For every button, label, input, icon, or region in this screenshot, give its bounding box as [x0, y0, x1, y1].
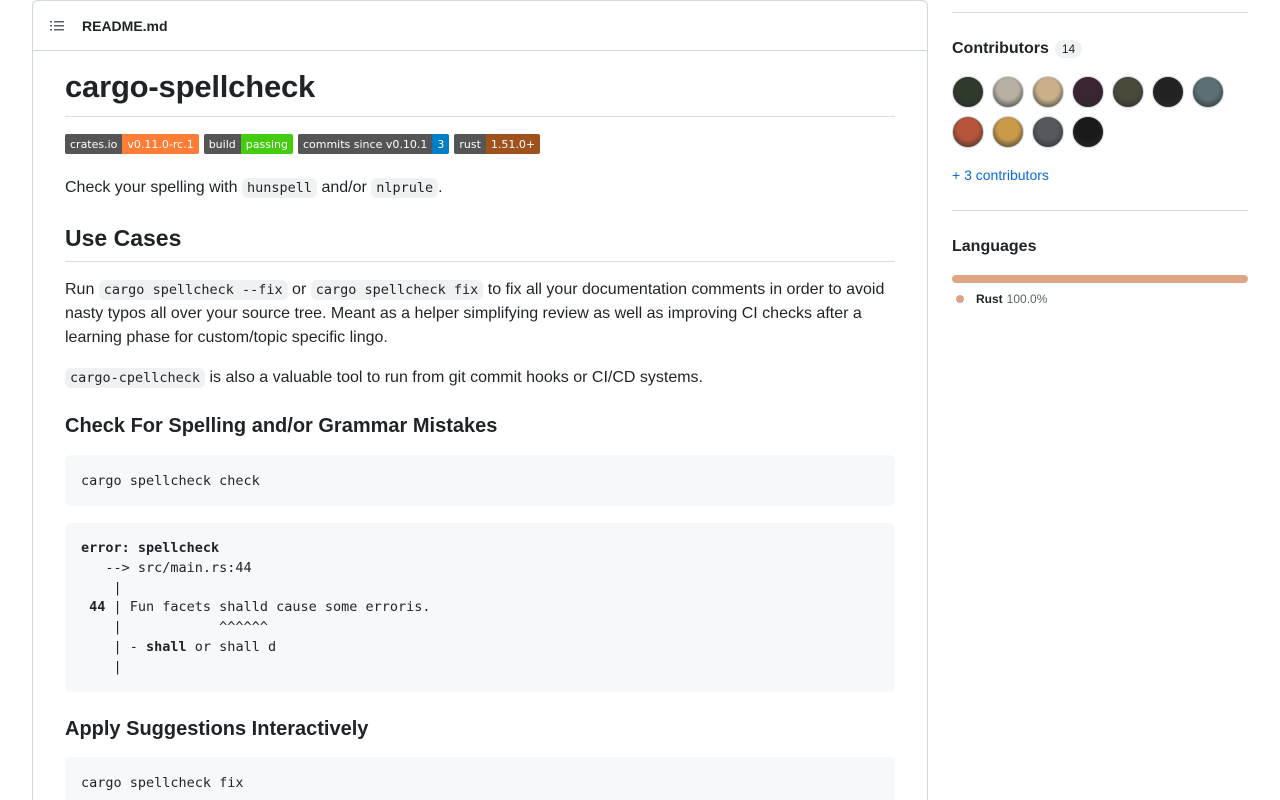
- table-of-contents-icon[interactable]: [49, 18, 65, 34]
- check-heading: Check For Spelling and/or Grammar Mistak…: [65, 415, 498, 437]
- badge-value: v0.11.0-rc.1: [122, 134, 199, 154]
- language-bar: [952, 275, 1248, 283]
- intro-text: .: [438, 179, 443, 196]
- sidebar-divider: [952, 210, 1248, 211]
- contributor-avatar[interactable]: [952, 116, 984, 148]
- commits-since-badge[interactable]: commits since v0.10.1 3: [297, 134, 450, 154]
- readme-title: cargo-spellcheck: [65, 69, 316, 104]
- error-label: error: spellcheck: [81, 540, 220, 556]
- readme-card: README.md cargo-spellcheck crates.io v0.…: [32, 0, 928, 800]
- code-line: cargo spellcheck fix: [81, 775, 244, 791]
- readme-header: README.md: [33, 1, 927, 51]
- check-output-block[interactable]: error: spellcheck --> src/main.rs:44 | 4…: [65, 523, 895, 692]
- contributor-avatar[interactable]: [1072, 116, 1104, 148]
- code-line: |: [81, 579, 122, 596]
- language-color-dot: [956, 295, 964, 303]
- code-line: | ^^^^^^: [81, 619, 268, 636]
- language-name: Rust: [976, 292, 1003, 306]
- code-line: or shall d: [186, 638, 277, 655]
- contributor-avatar[interactable]: [1192, 76, 1224, 108]
- more-contributors-link[interactable]: + 3 contributors: [952, 167, 1049, 183]
- code-line: | -: [81, 638, 147, 655]
- contributor-avatar[interactable]: [1112, 76, 1144, 108]
- suggestion-word: shall: [146, 638, 187, 655]
- contributors-heading[interactable]: Contributors 14: [952, 40, 1083, 58]
- section-divider: [65, 261, 895, 262]
- fix-command-block[interactable]: cargo spellcheck fix: [65, 757, 895, 800]
- paragraph-text: Run: [65, 281, 99, 298]
- title-divider: [65, 116, 895, 117]
- use-cases-heading: Use Cases: [65, 225, 182, 251]
- badge-value: 1.51.0+: [485, 134, 541, 154]
- contributor-avatar[interactable]: [992, 116, 1024, 148]
- language-percent: 100.0%: [1006, 292, 1048, 306]
- readme-filename: README.md: [82, 17, 168, 34]
- intro-paragraph: Check your spelling with hunspell and/or…: [65, 176, 443, 200]
- languages-heading: Languages: [952, 238, 1036, 256]
- contributor-avatar[interactable]: [992, 76, 1024, 108]
- badge-label: commits since v0.10.1: [297, 134, 433, 154]
- badge-value: passing: [240, 134, 293, 154]
- contributor-avatar[interactable]: [1072, 76, 1104, 108]
- contributor-avatar[interactable]: [952, 76, 984, 108]
- paragraph-text: or: [287, 281, 311, 298]
- apply-heading: Apply Suggestions Interactively: [65, 718, 369, 740]
- language-item-rust[interactable]: Rust 100.0%: [952, 292, 1047, 306]
- code-line: |: [81, 658, 122, 675]
- sidebar-divider: [952, 12, 1248, 13]
- contributors-title: Contributors: [952, 40, 1049, 57]
- inline-code: cargo-cpellcheck: [65, 368, 206, 388]
- inline-code: hunspell: [241, 178, 317, 198]
- contributors-count: 14: [1054, 40, 1083, 58]
- intro-text: and/or: [317, 179, 372, 196]
- build-badge[interactable]: build passing: [203, 134, 293, 154]
- badge-label: crates.io: [65, 134, 123, 154]
- code-line: --> src/main.rs:44: [81, 559, 252, 576]
- contributor-avatar[interactable]: [1032, 116, 1064, 148]
- inline-code: cargo spellcheck --fix: [98, 280, 288, 300]
- rust-version-badge[interactable]: rust 1.51.0+: [454, 134, 541, 154]
- badge-label: build: [203, 134, 241, 154]
- badge-value: 3: [432, 134, 450, 154]
- contributor-avatar[interactable]: [1032, 76, 1064, 108]
- languages-title: Languages: [952, 238, 1037, 255]
- line-number: 44: [81, 599, 106, 616]
- intro-text: Check your spelling with: [65, 179, 242, 196]
- code-line: | Fun facets shalld cause some erroris.: [105, 599, 431, 616]
- contributor-avatar[interactable]: [1152, 76, 1184, 108]
- code-line: cargo spellcheck check: [81, 473, 260, 489]
- crates-io-badge[interactable]: crates.io v0.11.0-rc.1: [65, 134, 199, 154]
- ci-paragraph: cargo-cpellcheck is also a valuable tool…: [65, 366, 703, 390]
- inline-code: nlprule: [371, 178, 439, 198]
- badge-label: rust: [454, 134, 486, 154]
- check-command-block[interactable]: cargo spellcheck check: [65, 455, 895, 506]
- use-cases-paragraph: Run cargo spellcheck --fix or cargo spel…: [65, 278, 895, 350]
- inline-code: cargo spellcheck fix: [310, 280, 484, 300]
- paragraph-text: is also a valuable tool to run from git …: [205, 369, 703, 386]
- badge-row: crates.io v0.11.0-rc.1 build passing com…: [65, 134, 541, 154]
